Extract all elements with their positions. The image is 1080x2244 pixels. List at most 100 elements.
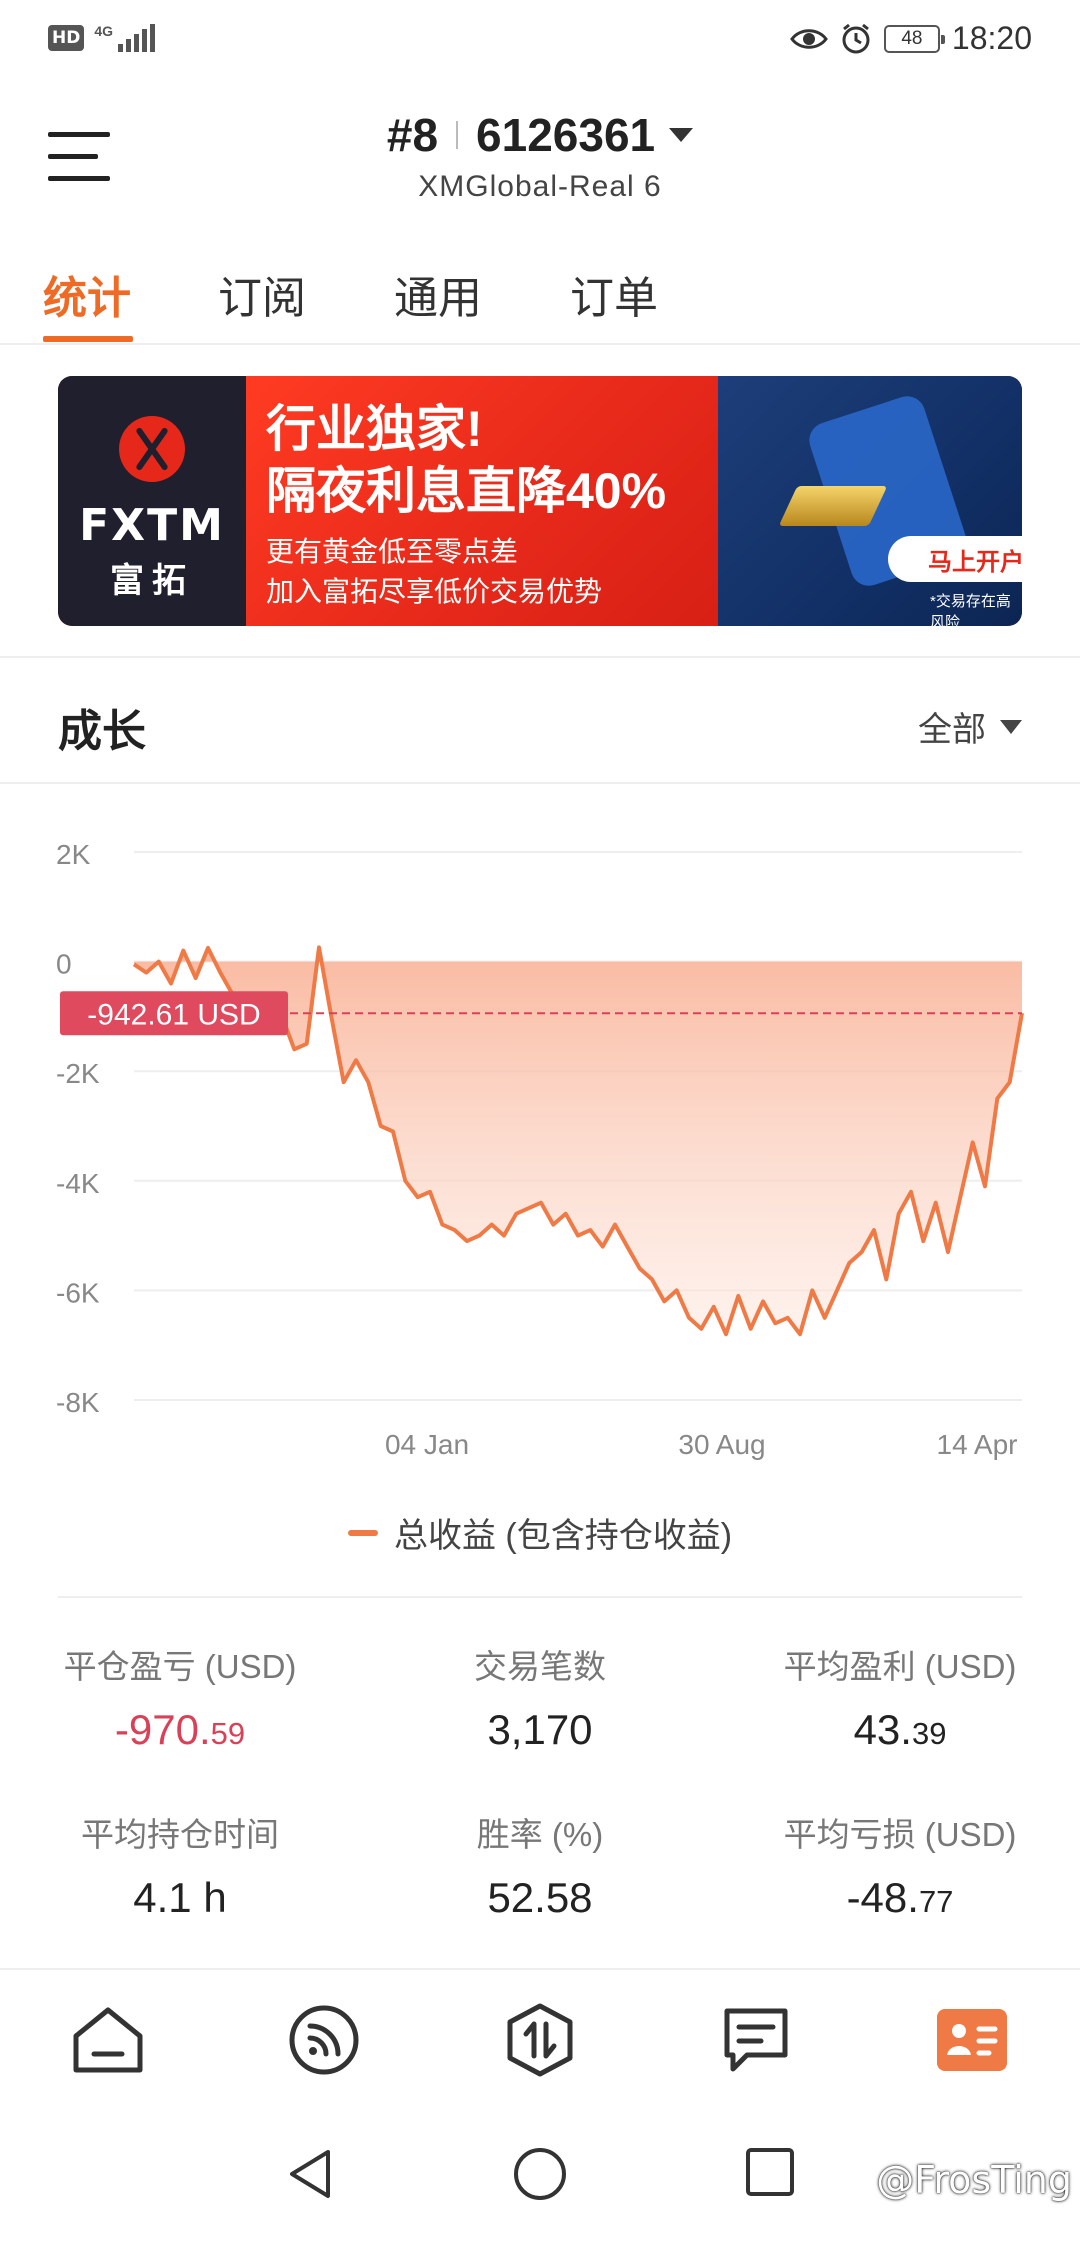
promo-banner[interactable]: FXTM 富拓 行业独家! 隔夜利息直降40% 更有黄金低至零点差 加入富拓尽享… [58, 376, 1022, 626]
clock: 18:20 [951, 20, 1032, 56]
home-circle-icon[interactable] [512, 2146, 568, 2202]
y-tick-label: 0 [56, 949, 72, 980]
chart-legend: 总收益 (包含持仓收益) [0, 1508, 1080, 1557]
stat-closed-pl: 平仓盈亏 (USD) -970.59 [0, 1640, 360, 1754]
tab-general[interactable]: 通用 [394, 262, 482, 326]
stat-label: 胜率 (%) [476, 1816, 604, 1853]
stat-label: 平均持仓时间 [81, 1816, 279, 1853]
tab-subscribe[interactable]: 订阅 [218, 262, 306, 326]
stat-value: 3,170 [360, 1706, 720, 1754]
stat-value-int: -970. [114, 1706, 211, 1753]
current-value-label: -942.61 USD [87, 998, 260, 1031]
nav-account[interactable] [932, 2000, 1012, 2080]
account-icon [937, 2009, 1007, 2071]
stat-value: 52.58 [360, 1874, 720, 1922]
range-filter[interactable]: 全部 [918, 702, 1022, 751]
network-type: 4G [94, 23, 114, 39]
gold-bar-icon [778, 486, 888, 526]
tab-bar: 统计 订阅 通用 订单 [0, 250, 1080, 345]
status-left: HD 4G [48, 23, 156, 52]
stat-value-dec: 59 [210, 1716, 246, 1751]
stat-value: 4.1 h [0, 1874, 360, 1922]
bottom-nav [0, 1968, 1080, 2110]
app-header: #8 6126361 XMGlobal-Real 6 [0, 90, 1080, 220]
status-right: 48 18:20 [790, 20, 1032, 57]
signal-icon: 4G [94, 23, 156, 52]
stat-avg-hold-time: 平均持仓时间 4.1 h [0, 1808, 360, 1922]
stat-label: 平均亏损 (USD) [783, 1816, 1017, 1853]
stat-value-int: -48. [846, 1874, 919, 1921]
stat-value-dec: 39 [911, 1716, 947, 1751]
nav-trade[interactable] [500, 2000, 580, 2080]
stat-win-rate: 胜率 (%) 52.58 [360, 1808, 720, 1922]
back-icon[interactable] [284, 2146, 334, 2202]
banner-logo: FXTM 富拓 [58, 376, 246, 626]
hd-badge: HD [48, 25, 85, 51]
watermark: @FrosTing [876, 2158, 1072, 2202]
stat-value-int: 43. [853, 1706, 912, 1753]
recents-icon[interactable] [744, 2146, 796, 2198]
x-tick-label: 30 Aug [678, 1429, 765, 1460]
banner-copy: 行业独家! 隔夜利息直降40% 更有黄金低至零点差 加入富拓尽享低价交易优势 [246, 376, 746, 626]
banner-subtext: 更有黄金低至零点差 加入富拓尽享低价交易优势 [266, 532, 602, 612]
x-tick-label: 14 Apr [937, 1429, 1018, 1460]
account-prefix: #8 [386, 109, 439, 161]
section-divider [0, 782, 1080, 784]
news-icon [724, 2008, 788, 2072]
stat-trade-count: 交易笔数 3,170 [360, 1640, 720, 1754]
section-divider [58, 1596, 1022, 1598]
open-account-button[interactable]: 马上开户 [888, 536, 1022, 582]
eye-icon [790, 28, 828, 49]
banner-sub-1: 更有黄金低至零点差 [266, 536, 519, 567]
growth-title: 成长 [58, 707, 146, 756]
stat-label: 平仓盈亏 (USD) [63, 1648, 297, 1685]
account-number: 6126361 [476, 109, 656, 161]
fxtm-logo-icon [119, 416, 185, 482]
y-tick-label: -8K [56, 1387, 100, 1418]
section-divider [0, 656, 1080, 658]
risk-note: *交易存在高风险 [930, 593, 1011, 626]
stat-label: 平均盈利 (USD) [783, 1648, 1017, 1685]
nav-home[interactable] [68, 2000, 148, 2080]
banner-headline: 行业独家! 隔夜利息直降40% [266, 398, 666, 522]
y-tick-label: -2K [56, 1058, 100, 1089]
tab-stats[interactable]: 统计 [43, 262, 131, 326]
banner-illustration [718, 376, 1022, 626]
dropdown-caret-icon[interactable] [669, 128, 694, 142]
active-tab-indicator [43, 336, 133, 342]
banner-brand-cn: 富拓 [110, 562, 194, 600]
stat-avg-profit: 平均盈利 (USD) 43.39 [720, 1640, 1080, 1754]
banner-brand: FXTM [79, 500, 225, 551]
stat-value-dec: 77 [918, 1884, 954, 1919]
alarm-icon [842, 23, 870, 53]
range-filter-label: 全部 [918, 711, 986, 749]
account-separator [456, 121, 459, 149]
y-tick-label: -4K [56, 1168, 100, 1199]
stat-value: -48.77 [720, 1874, 1080, 1922]
chevron-down-icon [1000, 719, 1022, 734]
legend-swatch [347, 1529, 378, 1536]
legend-label: 总收益 (包含持仓收益) [393, 1517, 733, 1555]
y-tick-label: 2K [56, 839, 91, 870]
banner-sub-2: 加入富拓尽享低价交易优势 [266, 576, 603, 607]
stat-value-int: 4.1 h [133, 1874, 227, 1921]
nav-news[interactable] [716, 2000, 796, 2080]
stat-value-int: 52.58 [487, 1874, 593, 1921]
status-bar: HD 4G 48 18:20 [0, 0, 1080, 86]
battery-icon: 48 [883, 24, 945, 53]
tab-orders[interactable]: 订单 [570, 262, 658, 326]
stat-avg-loss: 平均亏损 (USD) -48.77 [720, 1808, 1080, 1922]
stat-label: 交易笔数 [474, 1648, 606, 1685]
banner-headline-2: 隔夜利息直降40% [266, 463, 667, 519]
x-tick-label: 04 Jan [385, 1429, 469, 1460]
account-server: XMGlobal-Real 6 [418, 170, 662, 203]
growth-chart-svg: 2K 0 -2K -4K -6K -8K 04 Jan 30 Aug 14 Apr -942.61… [56, 839, 1024, 1460]
account-selector[interactable]: #8 6126361 XMGlobal-Real 6 [0, 108, 1080, 204]
stat-value: 43.39 [720, 1706, 1080, 1754]
growth-chart: 2K 0 -2K -4K -6K -8K 04 Jan 30 Aug 14 Apr -942.61… [0, 800, 1080, 1480]
feed-icon [289, 2005, 359, 2075]
stat-value-int: 3,170 [487, 1706, 593, 1753]
stat-value: -970.59 [0, 1706, 360, 1754]
system-nav-bar: @FrosTing [0, 2110, 1080, 2244]
nav-feed[interactable] [284, 2000, 364, 2080]
